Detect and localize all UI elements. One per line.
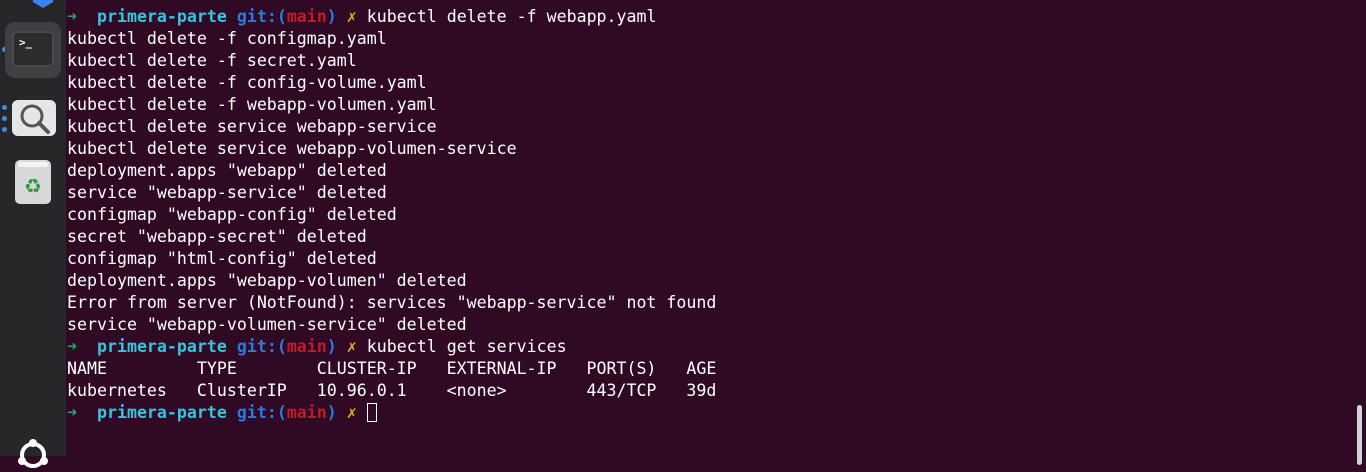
output-line: kubectl delete service webapp-service [67,117,437,136]
prompt-git-branch: main [286,7,327,26]
output-line: kubectl delete service webapp-volumen-se… [67,139,517,158]
prompt-git-prefix: git:( [236,7,287,26]
output-line: service "webapp-volumen-service" deleted [67,315,467,334]
terminal-icon[interactable]: >_ [5,22,61,78]
output-line: kubectl delete -f config-volume.yaml [67,73,427,92]
prompt-dirty-icon: ✗ [346,337,357,356]
prompt-arrow-icon: ➜ [67,403,77,422]
prompt-arrow-icon: ➜ [67,7,77,26]
prompt-git-branch: main [286,337,327,356]
prompt-git-branch: main [286,403,327,422]
running-indicator [2,116,7,121]
output-line: configmap "html-config" deleted [67,249,377,268]
magnifier-icon[interactable] [8,96,58,146]
output-line: NAME TYPE CLUSTER-IP EXTERNAL-IP PORT(S)… [67,359,717,378]
prompt-directory: primera-parte [96,403,227,422]
prompt-git-suffix: ) [326,7,337,26]
truncated-line: → ... [67,0,117,3]
output-line: configmap "webapp-config" deleted [67,205,397,224]
command-text: kubectl delete -f webapp.yaml [366,7,657,26]
app-icon-partial[interactable] [33,0,53,8]
prompt-git-suffix: ) [326,337,337,356]
output-line: kubernetes ClusterIP 10.96.0.1 <none> 44… [67,381,717,400]
prompt-dirty-icon: ✗ [346,403,357,422]
running-indicator [2,105,7,110]
prompt-line: ➜ primera-parte git:(main) ✗ kubectl del… [67,6,657,28]
output-line: service "webapp-service" deleted [67,183,387,202]
terminal-icon-prompt: >_ [19,36,33,49]
prompt-line: ➜ primera-parte git:(main) ✗ kubectl get… [67,336,567,358]
magnifier-icon-card [12,100,56,136]
prompt-directory: primera-parte [96,337,227,356]
prompt-git-prefix: git:( [236,403,287,422]
active-prompt-line: ➜ primera-parte git:(main) ✗ [67,402,377,424]
recycle-icon: ♻ [24,174,42,198]
ubuntu-logo-icon[interactable] [16,438,50,472]
output-line: deployment.apps "webapp" deleted [67,161,387,180]
command-text: kubectl get services [366,337,567,356]
output-line: Error from server (NotFound): services "… [67,293,717,312]
prompt-git-prefix: git:( [236,337,287,356]
trash-icon-bin: ♻ [15,160,51,204]
running-indicator [2,127,7,132]
dock: >_ ♻ [0,0,66,468]
prompt-dirty-icon: ✗ [346,7,357,26]
prompt-arrow-icon: ➜ [67,337,77,356]
output-line: kubectl delete -f secret.yaml [67,51,357,70]
trash-icon-lid [18,162,48,167]
prompt-git-suffix: ) [326,403,337,422]
text-cursor[interactable] [366,403,377,422]
terminal-window[interactable]: → ... ➜ primera-parte git:(main) ✗ kubec… [66,0,1366,465]
magnifier-glyph [20,104,50,134]
prompt-directory: primera-parte [96,7,227,26]
output-line: kubectl delete -f configmap.yaml [67,29,387,48]
output-line: kubectl delete -f webapp-volumen.yaml [67,95,437,114]
output-line: deployment.apps "webapp-volumen" deleted [67,271,467,290]
output-line: secret "webapp-secret" deleted [67,227,367,246]
scrollbar[interactable] [1357,405,1362,465]
terminal-icon-screen: >_ [12,31,54,67]
trash-icon[interactable]: ♻ [8,158,58,208]
